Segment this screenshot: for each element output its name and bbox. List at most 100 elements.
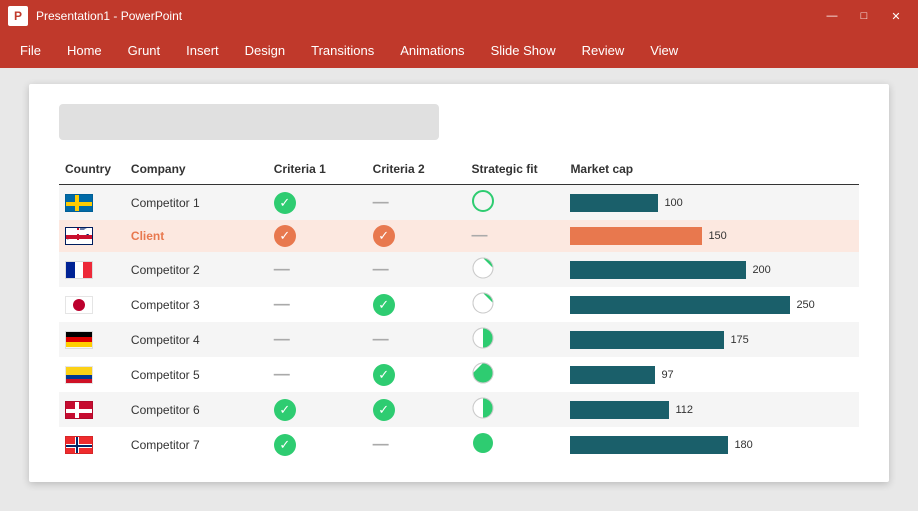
cell-company: Competitor 7 [125,427,268,462]
dash-icon: — [274,366,290,383]
menu-transitions[interactable]: Transitions [299,39,386,62]
flag-se [65,194,93,212]
strategic-pie-quarter [472,292,494,314]
strategic-empty-circle [472,190,494,212]
check-icon: ✓ [274,192,296,214]
bar-value: 97 [661,369,691,381]
cell-strategic [466,392,565,427]
market-cap-bar [570,296,790,314]
cell-country [59,185,125,221]
menu-home[interactable]: Home [55,39,114,62]
flag-jp [65,296,93,314]
company-name: Client [131,229,164,243]
company-name: Competitor 1 [131,196,200,210]
cell-company: Competitor 4 [125,322,268,357]
menu-file[interactable]: File [8,39,53,62]
cell-company: Client [125,220,268,252]
menubar: File Home Grunt Insert Design Transition… [0,32,918,68]
cell-criteria1: ✓ [268,427,367,462]
menu-view[interactable]: View [638,39,690,62]
cell-strategic [466,322,565,357]
table-row: Competitor 7 ✓ — 180 [59,427,859,462]
cell-country [59,287,125,322]
slide: Country Company Criteria 1 Criteria 2 St… [29,84,889,482]
check-icon: ✓ [274,399,296,421]
titlebar: P Presentation1 - PowerPoint — □ ✕ [0,0,918,32]
strategic-pie-full [472,432,494,454]
cell-company: Competitor 1 [125,185,268,221]
menu-grunt[interactable]: Grunt [116,39,173,62]
check-orange-icon: ✓ [373,225,395,247]
cell-country [59,252,125,287]
bar-value: 180 [734,439,764,451]
company-name: Competitor 3 [131,298,200,312]
flag-gb [65,227,93,245]
check-icon: ✓ [373,294,395,316]
table-row: Client ✓ ✓ — 150 [59,220,859,252]
flag-dk [65,401,93,419]
check-icon: ✓ [373,399,395,421]
app-icon: P [8,6,28,26]
bar-container: 112 [570,401,853,419]
menu-insert[interactable]: Insert [174,39,231,62]
flag-fr [65,261,93,279]
menu-animations[interactable]: Animations [388,39,476,62]
header-strategic: Strategic fit [466,158,565,185]
bar-container: 180 [570,436,853,454]
cell-company: Competitor 3 [125,287,268,322]
bar-value: 100 [664,197,694,209]
header-criteria1: Criteria 1 [268,158,367,185]
header-criteria2: Criteria 2 [367,158,466,185]
market-cap-bar [570,261,746,279]
bar-container: 150 [570,227,853,245]
cell-country [59,392,125,427]
header-country: Country [59,158,125,185]
menu-review[interactable]: Review [570,39,637,62]
menu-slideshow[interactable]: Slide Show [479,39,568,62]
cell-criteria1: — [268,322,367,357]
table-row: Competitor 3 — ✓ 250 [59,287,859,322]
company-name: Competitor 5 [131,368,200,382]
cell-criteria2: ✓ [367,287,466,322]
bar-container: 200 [570,261,853,279]
minimize-button[interactable]: — [818,6,846,26]
cell-criteria1: ✓ [268,185,367,221]
cell-criteria2: — [367,427,466,462]
table-row: Competitor 1 ✓ — 100 [59,185,859,221]
cell-market: 200 [564,252,859,287]
market-cap-bar [570,331,724,349]
market-cap-bar [570,227,702,245]
cell-criteria1: ✓ [268,220,367,252]
flag-de [65,331,93,349]
cell-country [59,220,125,252]
cell-criteria2: — [367,252,466,287]
cell-criteria2: ✓ [367,357,466,392]
header-company: Company [125,158,268,185]
cell-country [59,357,125,392]
bar-value: 200 [752,264,782,276]
cell-market: 250 [564,287,859,322]
cell-market: 175 [564,322,859,357]
strategic-dash: — [472,227,488,244]
cell-market: 100 [564,185,859,221]
header-market: Market cap [564,158,859,185]
company-name: Competitor 4 [131,333,200,347]
cell-criteria1: — [268,252,367,287]
cell-country [59,427,125,462]
check-icon: ✓ [373,364,395,386]
strategic-pie-quarter [472,257,494,279]
check-orange-icon: ✓ [274,225,296,247]
cell-market: 150 [564,220,859,252]
market-cap-bar [570,436,728,454]
bar-value: 175 [730,334,760,346]
cell-company: Competitor 5 [125,357,268,392]
close-button[interactable]: ✕ [882,6,910,26]
strategic-pie-half [472,327,494,349]
check-icon: ✓ [274,434,296,456]
menu-design[interactable]: Design [233,39,297,62]
dash-icon: — [373,331,389,348]
cell-company: Competitor 2 [125,252,268,287]
cell-strategic: — [466,220,565,252]
dash-icon: — [373,436,389,453]
maximize-button[interactable]: □ [850,6,878,26]
